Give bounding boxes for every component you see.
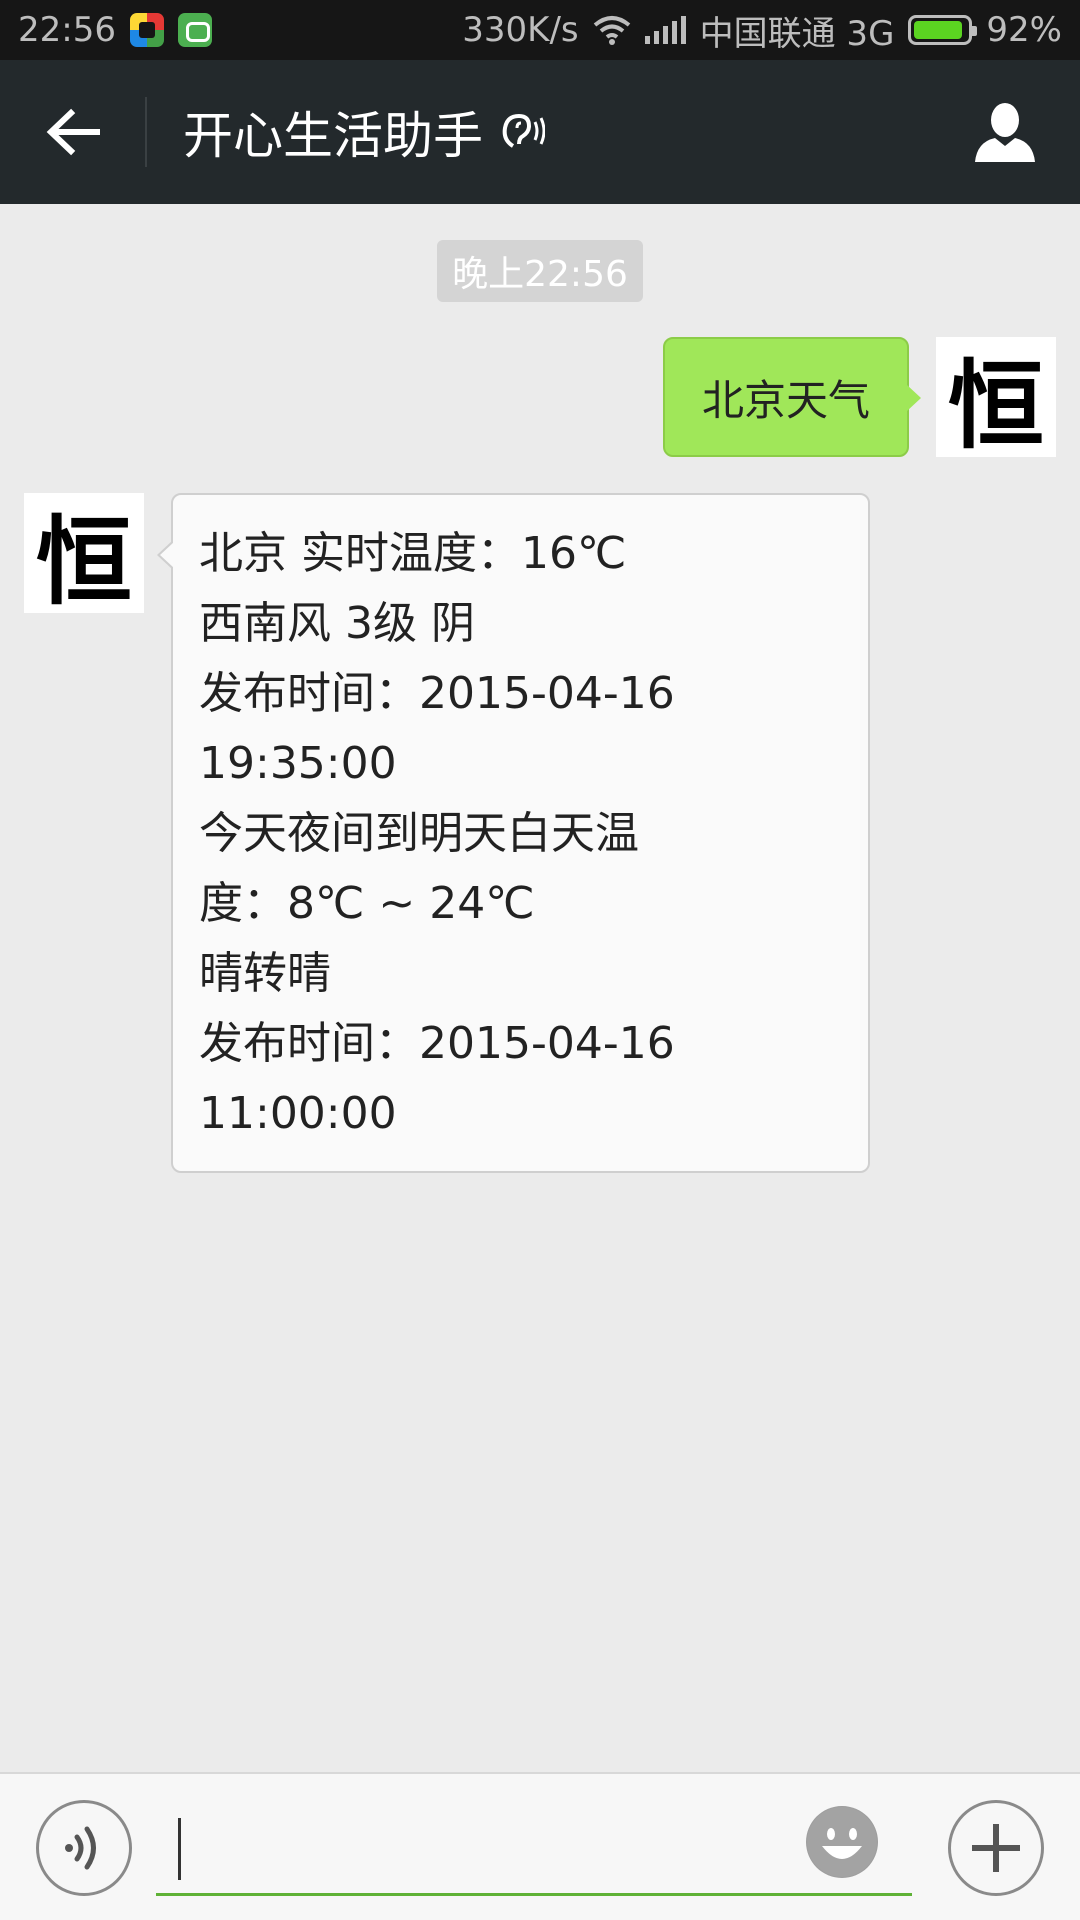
status-bar: 22:56 330K/s 中国联通 3G 92% bbox=[0, 0, 1080, 60]
back-button[interactable] bbox=[0, 60, 145, 204]
battery-percent: 92% bbox=[986, 10, 1062, 50]
reply-message-bubble[interactable]: 北京 实时温度：16℃ 西南风 3级 阴 发布时间：2015-04-16 19:… bbox=[157, 493, 870, 1173]
message-input[interactable] bbox=[156, 1804, 912, 1896]
android-notification-icon bbox=[177, 13, 212, 47]
chat-area[interactable]: 晚上22:56 北京天气 恒 恒 北京 实时温度：16℃ 西南风 3级 阴 发布… bbox=[0, 204, 1080, 1772]
status-time: 22:56 bbox=[18, 10, 116, 50]
sent-message-text: 北京天气 bbox=[701, 375, 870, 425]
more-button[interactable] bbox=[948, 1800, 1044, 1896]
carrier-label: 中国联通 3G bbox=[699, 13, 895, 54]
signal-icon bbox=[644, 16, 686, 44]
message-timestamp: 晚上22:56 bbox=[437, 240, 643, 302]
earpiece-icon bbox=[502, 113, 545, 148]
input-bar bbox=[0, 1772, 1080, 1920]
emoji-icon bbox=[807, 1807, 877, 1877]
emoji-button[interactable] bbox=[806, 1806, 878, 1878]
chat-title: 开心生活助手 bbox=[183, 96, 545, 168]
arrow-left-icon bbox=[46, 108, 100, 156]
reply-line: 发布时间：2015-04-16 bbox=[199, 668, 675, 719]
plus-icon bbox=[972, 1824, 1020, 1872]
title-bar: 开心生活助手 bbox=[0, 60, 1080, 204]
avatar-glyph: 恒 bbox=[948, 348, 1044, 462]
text-cursor bbox=[178, 1818, 181, 1880]
reply-line: 19:35:00 bbox=[199, 738, 397, 789]
bot-avatar[interactable]: 恒 bbox=[24, 493, 144, 618]
reply-line: 11:00:00 bbox=[199, 1088, 397, 1139]
voice-button[interactable] bbox=[36, 1800, 132, 1896]
voice-icon bbox=[65, 1826, 96, 1870]
reply-line: 今天夜间到明天白天温 bbox=[199, 808, 639, 859]
wifi-icon bbox=[593, 16, 630, 45]
reply-line: 度：8℃ ~ 24℃ bbox=[199, 878, 535, 929]
profile-button[interactable] bbox=[930, 60, 1080, 204]
title-divider bbox=[145, 97, 147, 167]
app-notification-icon bbox=[129, 13, 164, 47]
reply-line: 西南风 3级 阴 bbox=[199, 598, 475, 649]
avatar-glyph: 恒 bbox=[36, 504, 132, 618]
person-icon bbox=[975, 103, 1035, 162]
sent-message-bubble[interactable]: 北京天气 bbox=[663, 337, 921, 457]
my-avatar[interactable]: 恒 bbox=[936, 337, 1056, 462]
reply-line: 北京 实时温度：16℃ bbox=[199, 528, 627, 579]
battery-fill bbox=[914, 21, 963, 39]
reply-line: 发布时间：2015-04-16 bbox=[199, 1018, 675, 1069]
reply-line: 晴转晴 bbox=[199, 948, 331, 999]
page-title: 开心生活助手 bbox=[183, 107, 483, 165]
battery-icon bbox=[908, 15, 978, 45]
network-speed: 330K/s bbox=[462, 10, 579, 50]
